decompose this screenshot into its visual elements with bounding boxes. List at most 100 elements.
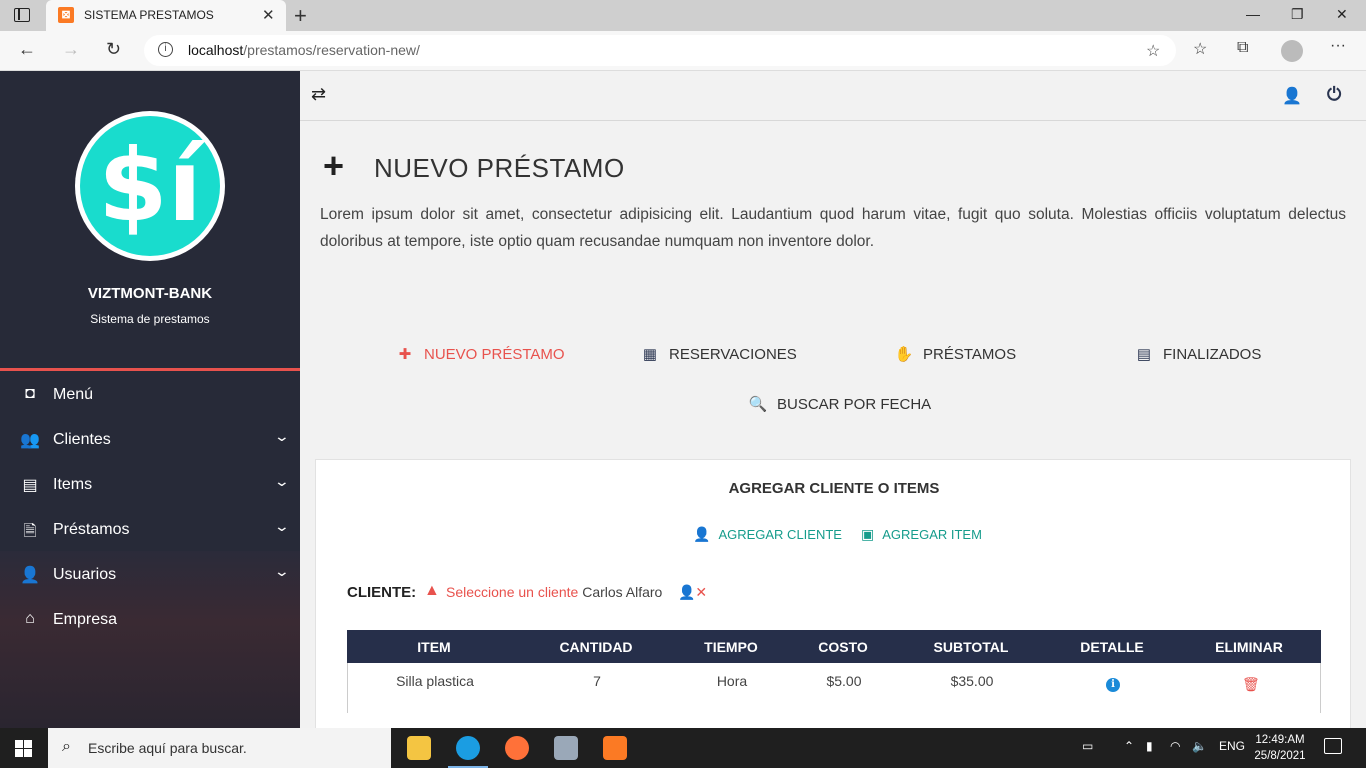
wifi-icon[interactable]: ◠ (1170, 739, 1180, 753)
add-client-label: AGREGAR CLIENTE (718, 527, 842, 542)
sidebar-item-usuarios[interactable]: 👤 Usuarios ⌄ (0, 553, 300, 598)
chevron-down-icon: ⌄ (273, 563, 291, 579)
info-icon[interactable]: i (1106, 678, 1120, 692)
close-tab-icon[interactable]: ✕ (262, 6, 275, 24)
taskbar: ⌕ Escribe aquí para buscar. ▭ ⌃ ▮ ◠ 🔈 EN… (0, 728, 1366, 768)
toggle-sidebar-icon[interactable]: ⇄ (311, 84, 326, 105)
minimize-icon[interactable]: — (1246, 6, 1260, 22)
remove-client-icon[interactable]: 👤✕ (678, 584, 707, 601)
cell-costo: $5.00 (826, 673, 862, 689)
sidebar-item-items[interactable]: ▤ Items ⌄ (0, 463, 300, 508)
link-buscar-por-fecha[interactable]: 🔍 BUSCAR POR FECHA (747, 395, 932, 413)
chevron-down-icon: ⌄ (273, 473, 291, 489)
link-label: PRÉSTAMOS (923, 346, 1017, 363)
clock[interactable]: 12:49:AM 25/8/2021 (1248, 732, 1312, 764)
link-reservaciones[interactable]: ▦ RESERVACIONES (639, 345, 797, 363)
sidebar: $í VIZTMONT-BANK Sistema de prestamos ◘ … (0, 71, 300, 728)
battery-icon[interactable]: ▮ (1146, 739, 1153, 753)
top-bar: ⇄ 👤 ⏻ (300, 71, 1366, 121)
profile-avatar[interactable] (1281, 40, 1303, 62)
sidebar-item-menu[interactable]: ◘ Menú (0, 373, 300, 418)
language-indicator[interactable]: ENG (1219, 739, 1245, 753)
refresh-icon[interactable]: ↻ (106, 39, 121, 60)
sidebar-item-label: Usuarios (53, 566, 117, 583)
table-row: Silla plastica 7 Hora $5.00 $35.00 i 🗑 (347, 663, 1321, 713)
file-explorer-app[interactable] (395, 728, 443, 768)
tray-chevron-icon[interactable]: ⌃ (1124, 739, 1134, 753)
power-icon[interactable]: ⏻ (1327, 84, 1341, 105)
url-text: localhost/prestamos/reservation-new/ (188, 42, 420, 58)
add-favorite-icon[interactable]: ☆ (1146, 41, 1160, 61)
site-info-icon[interactable]: i (158, 42, 173, 57)
add-item-button[interactable]: ▣ AGREGAR ITEM (861, 526, 982, 543)
user-secret-icon: 👤 (20, 567, 40, 584)
link-finalizados[interactable]: ▤ FINALIZADOS (1133, 345, 1261, 363)
chevron-down-icon: ⌄ (273, 428, 291, 444)
notification-icon[interactable] (1324, 738, 1342, 754)
tab-title: SISTEMA PRESTAMOS (84, 8, 214, 22)
sidebar-item-empresa[interactable]: ⌂ Empresa (0, 598, 300, 643)
url-field[interactable]: i localhost/prestamos/reservation-new/ ☆ (144, 35, 1176, 66)
user-plus-icon: 👤 (693, 526, 711, 542)
column-header: COSTO (818, 639, 868, 655)
xampp-favicon-icon: ⊠ (58, 7, 74, 23)
column-header: SUBTOTAL (933, 639, 1009, 655)
back-icon[interactable]: ← (18, 39, 36, 60)
search-placeholder: Escribe aquí para buscar. (88, 740, 247, 756)
link-label: RESERVACIONES (669, 346, 797, 363)
tablet-icon: ◘ (25, 385, 35, 402)
cell-item: Silla plastica (396, 673, 474, 689)
taskbar-search-input[interactable]: ⌕ Escribe aquí para buscar. (48, 728, 391, 768)
client-status: Seleccione un cliente Carlos Alfaro (446, 584, 662, 600)
sidebar-item-label: Menú (53, 386, 94, 403)
link-prestamos[interactable]: ✋ PRÉSTAMOS (893, 345, 1016, 363)
brand-subtitle: Sistema de prestamos (90, 312, 210, 326)
forward-icon[interactable]: → (62, 39, 80, 60)
sidebar-divider (0, 368, 300, 371)
table-header: ITEM CANTIDAD TIEMPO COSTO SUBTOTAL DETA… (347, 630, 1321, 663)
new-tab-icon[interactable]: + (294, 3, 307, 29)
link-label: FINALIZADOS (1163, 346, 1262, 363)
browser-tab[interactable]: ⊠ SISTEMA PRESTAMOS ✕ (46, 0, 286, 31)
calendar-icon: ▦ (642, 346, 658, 363)
firefox-app[interactable] (493, 728, 541, 768)
edge-app[interactable] (444, 728, 492, 768)
trash-icon[interactable]: 🗑 (1242, 676, 1260, 693)
favorites-icon[interactable]: ☆ (1193, 39, 1207, 59)
collections-icon[interactable]: ⧉ (1237, 39, 1248, 57)
volume-icon[interactable]: 🔈 (1192, 739, 1207, 753)
card-title: AGREGAR CLIENTE O ITEMS (728, 480, 940, 497)
hand-holding-dollar-icon: ✋ (894, 346, 914, 363)
main-content: ⇄ 👤 ⏻ + NUEVO PRÉSTAMO Lorem ipsum dolor… (300, 71, 1366, 728)
plus-icon: ✚ (398, 346, 412, 363)
user-settings-icon[interactable]: 👤 (1282, 86, 1302, 106)
restore-icon[interactable]: ❐ (1291, 6, 1304, 23)
edge-icon (456, 736, 480, 760)
column-header: ITEM (417, 639, 451, 655)
search-icon: ⌕ (62, 738, 71, 755)
cell-tiempo: Hora (716, 673, 748, 689)
folder-icon (407, 736, 431, 760)
add-client-button[interactable]: 👤 AGREGAR CLIENTE (693, 526, 842, 543)
sidebar-item-clientes[interactable]: 👥 Clientes ⌄ (0, 418, 300, 463)
client-label: CLIENTE: (347, 584, 417, 601)
link-label: BUSCAR POR FECHA (777, 396, 932, 413)
page-title: NUEVO PRÉSTAMO (374, 153, 625, 183)
close-window-icon[interactable]: ✕ (1336, 6, 1348, 23)
logo-mark: $í (80, 116, 220, 256)
windows-start-icon[interactable] (15, 740, 32, 757)
link-nuevo-prestamo[interactable]: ✚ NUEVO PRÉSTAMO (394, 345, 565, 363)
page-description: Lorem ipsum dolor sit amet, consectetur … (320, 206, 1346, 250)
clipboard-list-icon: ▤ (1136, 346, 1152, 363)
monitor-app[interactable] (542, 728, 590, 768)
sidebar-item-label: Clientes (53, 431, 111, 448)
sidebar-item-prestamos[interactable]: 🗎 Préstamos ⌄ (0, 508, 300, 553)
clock-time: 12:49:AM (1255, 734, 1305, 746)
file-invoice-dollar-icon: 🗎 (23, 523, 37, 540)
tab-actions-icon[interactable] (14, 8, 30, 22)
keyboard-icon[interactable]: ▭ (1082, 739, 1093, 753)
xampp-app[interactable] (591, 728, 639, 768)
more-menu-icon[interactable]: ··· (1330, 37, 1346, 55)
plus-icon: + (323, 145, 345, 186)
cell-cantidad: 7 (593, 673, 601, 689)
